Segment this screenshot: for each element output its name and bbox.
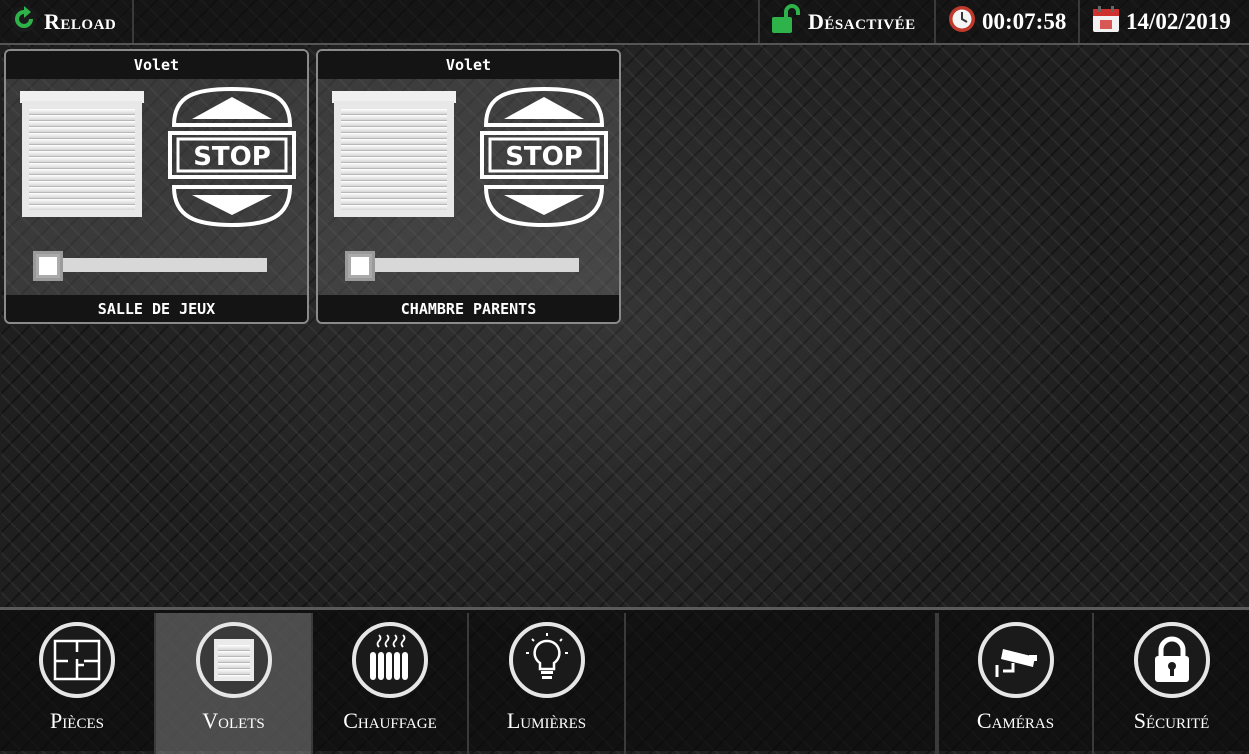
stop-button[interactable]: STOP <box>168 131 296 179</box>
padlock-icon <box>1133 621 1211 704</box>
slider-track[interactable] <box>359 258 579 272</box>
nav-securite[interactable]: Sécurité <box>1094 613 1249 754</box>
calendar-icon <box>1092 5 1126 38</box>
stop-label: STOP <box>193 142 271 172</box>
down-arrow-button[interactable] <box>483 185 605 228</box>
slider-track[interactable] <box>47 258 267 272</box>
position-slider[interactable] <box>345 251 579 283</box>
nav-label: Chauffage <box>343 708 437 733</box>
nav-label: Pièces <box>50 708 104 733</box>
reload-icon <box>10 5 44 38</box>
top-bar: Reload Désactivée 00:07:58 14/02/2019 <box>0 0 1249 45</box>
nav-cameras[interactable]: Caméras <box>937 613 1094 754</box>
camera-icon <box>977 621 1055 704</box>
date: 14/02/2019 <box>1080 0 1249 43</box>
shutter-icon <box>20 91 144 222</box>
time-value: 00:07:58 <box>982 8 1067 34</box>
floorplan-icon <box>38 621 116 704</box>
shutter-icon <box>195 621 273 704</box>
nav-spacer <box>626 613 937 754</box>
nav-label: Caméras <box>976 708 1055 733</box>
position-slider[interactable] <box>33 251 267 283</box>
slider-thumb[interactable] <box>345 251 375 281</box>
reload-label: Reload <box>44 8 117 34</box>
shutter-icon <box>332 91 456 222</box>
shutter-card-chambre-parents: Volet STOP CHAMBRE PARENTS <box>316 49 621 324</box>
nav-label: Volets <box>202 708 265 733</box>
nav-volets[interactable]: Volets <box>156 613 313 754</box>
nav-chauffage[interactable]: Chauffage <box>313 613 469 754</box>
clock: 00:07:58 <box>936 0 1080 43</box>
radiator-icon <box>351 621 429 704</box>
alarm-status-label: Désactivée <box>808 8 916 34</box>
date-value: 14/02/2019 <box>1126 8 1231 34</box>
room-label: SALLE DE JEUX <box>6 295 307 322</box>
clock-icon <box>948 5 982 38</box>
nav-lumieres[interactable]: Lumières <box>469 613 626 754</box>
room-label: CHAMBRE PARENTS <box>318 295 619 322</box>
lightbulb-icon <box>508 621 586 704</box>
down-arrow-button[interactable] <box>171 185 293 228</box>
slider-thumb[interactable] <box>33 251 63 281</box>
up-arrow-button[interactable] <box>483 86 605 127</box>
nav-label: Sécurité <box>1133 708 1210 733</box>
stop-label: STOP <box>505 142 583 172</box>
up-arrow-button[interactable] <box>171 86 293 127</box>
card-type-label: Volet <box>6 51 307 79</box>
reload-button[interactable]: Reload <box>0 0 134 43</box>
nav-pieces[interactable]: Pièces <box>0 613 156 754</box>
shutter-controls: STOP <box>166 85 298 234</box>
card-type-label: Volet <box>318 51 619 79</box>
shutter-card-salle-de-jeux: Volet STOP SALLE DE JEUX <box>4 49 309 324</box>
stop-button[interactable]: STOP <box>480 131 608 179</box>
unlock-icon <box>770 4 808 39</box>
nav-label: Lumières <box>506 708 587 733</box>
alarm-status[interactable]: Désactivée <box>758 0 936 43</box>
shutter-controls: STOP <box>478 85 610 234</box>
bottom-nav: Pièces Volets Chauffage Lumières Caméras… <box>0 607 1249 754</box>
